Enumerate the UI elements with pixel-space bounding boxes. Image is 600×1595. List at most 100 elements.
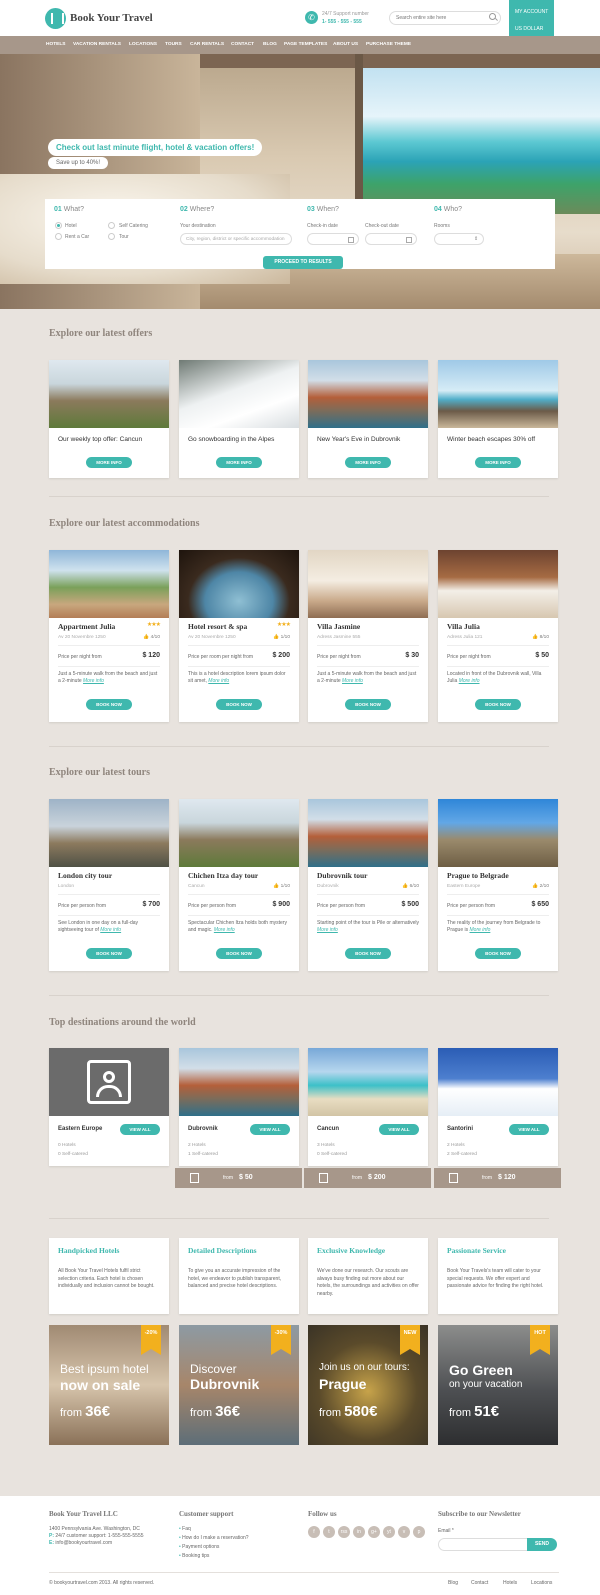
destination-card[interactable]: Eastern Europe VIEW ALL 0 Hotels 0 Self-… [49, 1048, 169, 1166]
accommodation-card[interactable]: Appartment Julia ★★★ Av 20 Novembre 1250… [49, 550, 169, 722]
deal-banner[interactable]: HOT Go Green on your vacation from 51€ [438, 1325, 558, 1445]
offer-card[interactable]: Our weekly top offer: Cancun MORE INFO [49, 360, 169, 478]
destination-card[interactable]: Santorini VIEW ALL 2 Hotels 2 Self-cater… [438, 1048, 558, 1166]
tour-image[interactable] [438, 799, 558, 867]
destination-card[interactable]: Dubrovnik VIEW ALL 2 Hotels 1 Self-cater… [179, 1048, 299, 1166]
google-plus-icon[interactable]: g+ [368, 1526, 380, 1538]
more-info-link[interactable]: More info [459, 678, 480, 684]
more-info-link[interactable]: More info [214, 927, 235, 933]
destination-name[interactable]: Eastern Europe [58, 1126, 102, 1132]
logo-text[interactable]: Book Your Travel [70, 12, 153, 24]
offer-image[interactable] [179, 360, 299, 428]
spinner-icon[interactable]: ⇕ [474, 237, 478, 242]
rooms-select[interactable]: ⇕ [434, 233, 484, 245]
footer-bottom-hotels[interactable]: Hotels [503, 1580, 517, 1586]
book-now-button[interactable]: BOOK NOW [86, 699, 132, 710]
book-now-button[interactable]: BOOK NOW [475, 948, 521, 959]
tour-image[interactable] [308, 799, 428, 867]
youtube-icon[interactable]: yt [383, 1526, 395, 1538]
nav-purchase-theme[interactable]: PURCHASE THEME [366, 42, 411, 47]
more-info-link[interactable]: More info [100, 927, 121, 933]
nav-vacation-rentals[interactable]: VACATION RENTALS [73, 42, 121, 47]
offer-card[interactable]: Go snowboarding in the Alpes MORE INFO [179, 360, 299, 478]
tour-image[interactable] [179, 799, 299, 867]
radio-self-catering[interactable] [108, 222, 115, 229]
view-all-button[interactable]: VIEW ALL [379, 1124, 419, 1135]
tour-name[interactable]: London city tour [58, 871, 112, 880]
tour-card[interactable]: Prague to Belgrade Eastern Europe 👍 2/10… [438, 799, 558, 971]
footer-link-booking-tips[interactable]: • Booking tips [179, 1553, 209, 1559]
tour-card[interactable]: Dubrovnik tour Dubrovnik 👍 6/10 Price pe… [308, 799, 428, 971]
footer-bottom-contact[interactable]: Contact [471, 1580, 488, 1586]
deal-banner[interactable]: -20% Best ipsum hotel now on sale from 3… [49, 1325, 169, 1445]
more-info-button[interactable]: MORE INFO [345, 457, 391, 468]
nav-about-us[interactable]: ABOUT US [333, 42, 358, 47]
accommodation-card[interactable]: Villa Jasmine Adress Jasmine 555 Price p… [308, 550, 428, 722]
offer-image[interactable] [308, 360, 428, 428]
footer-link-payment[interactable]: • Payment options [179, 1544, 219, 1550]
tour-name[interactable]: Prague to Belgrade [447, 871, 509, 880]
nav-car-rentals[interactable]: CAR RENTALS [190, 42, 224, 47]
tour-name[interactable]: Chichen Itza day tour [188, 871, 258, 880]
more-info-link[interactable]: More info [83, 678, 104, 684]
search-input[interactable] [389, 11, 501, 25]
offer-title[interactable]: Winter beach escapes 30% off [447, 436, 535, 443]
pinterest-icon[interactable]: p [413, 1526, 425, 1538]
destination-image[interactable] [438, 1048, 558, 1116]
send-button[interactable]: SEND [527, 1538, 557, 1551]
radio-tour[interactable] [108, 233, 115, 240]
deal-banner[interactable]: -30% Discover Dubrovnik from 36€ [179, 1325, 299, 1445]
offer-card[interactable]: New Year's Eve in Dubrovnik MORE INFO [308, 360, 428, 478]
checkout-input[interactable] [365, 233, 417, 245]
radio-hotel[interactable] [55, 222, 62, 229]
more-info-link[interactable]: More info [317, 927, 338, 933]
footer-bottom-locations[interactable]: Locations [531, 1580, 552, 1586]
destination-image[interactable] [308, 1048, 428, 1116]
more-info-button[interactable]: MORE INFO [475, 457, 521, 468]
nav-locations[interactable]: LOCATIONS [129, 42, 157, 47]
nav-blog[interactable]: BLOG [263, 42, 277, 47]
offer-title[interactable]: Go snowboarding in the Alpes [188, 436, 274, 443]
offer-card[interactable]: Winter beach escapes 30% off MORE INFO [438, 360, 558, 478]
accommodation-image[interactable] [308, 550, 428, 618]
nav-page-templates[interactable]: PAGE TEMPLATES [284, 42, 327, 47]
book-now-button[interactable]: BOOK NOW [86, 948, 132, 959]
book-now-button[interactable]: BOOK NOW [475, 699, 521, 710]
tour-card[interactable]: Chichen Itza day tour Cancun 👍 1/10 Pric… [179, 799, 299, 971]
destination-name[interactable]: Dubrovnik [188, 1126, 218, 1132]
book-now-button[interactable]: BOOK NOW [345, 948, 391, 959]
accommodation-name[interactable]: Villa Jasmine [317, 622, 360, 631]
more-info-button[interactable]: MORE INFO [86, 457, 132, 468]
destination-name[interactable]: Santorini [447, 1126, 473, 1132]
logo-icon[interactable] [45, 8, 66, 29]
more-info-button[interactable]: MORE INFO [216, 457, 262, 468]
accommodation-name[interactable]: Hotel resort & spa [188, 622, 247, 631]
footer-bottom-blog[interactable]: Blog [448, 1580, 458, 1586]
currency-selector[interactable]: US DOLLAR [515, 26, 543, 32]
nav-contact[interactable]: CONTACT [231, 42, 254, 47]
nav-hotels[interactable]: HOTELS [46, 42, 65, 47]
destination-name[interactable]: Cancun [317, 1126, 339, 1132]
book-now-button[interactable]: BOOK NOW [216, 948, 262, 959]
twitter-icon[interactable]: t [323, 1526, 335, 1538]
accommodation-image[interactable] [438, 550, 558, 618]
destination-card[interactable]: Cancun VIEW ALL 3 Hotels 0 Self-catered [308, 1048, 428, 1166]
book-now-button[interactable]: BOOK NOW [216, 699, 262, 710]
accommodation-card[interactable]: Villa Julia Adress Julia 121 👍 8/10 Pric… [438, 550, 558, 722]
more-info-link[interactable]: More info [342, 678, 363, 684]
accommodation-name[interactable]: Appartment Julia [58, 622, 115, 631]
rss-icon[interactable]: rss [338, 1526, 350, 1538]
search-icon[interactable] [489, 13, 496, 20]
footer-email[interactable]: E: info@bookyourtravel.com [49, 1540, 112, 1546]
view-all-button[interactable]: VIEW ALL [250, 1124, 290, 1135]
nav-tours[interactable]: TOURS [165, 42, 182, 47]
footer-link-reservation[interactable]: • How do I make a reservation? [179, 1535, 249, 1541]
checkin-input[interactable] [307, 233, 359, 245]
accommodation-card[interactable]: Hotel resort & spa ★★★ Av 20 Novembre 12… [179, 550, 299, 722]
offer-title[interactable]: Our weekly top offer: Cancun [58, 436, 142, 443]
newsletter-email-input[interactable] [438, 1538, 528, 1551]
proceed-to-results-button[interactable]: PROCEED TO RESULTS [263, 256, 343, 269]
vimeo-icon[interactable]: v [398, 1526, 410, 1538]
offer-title[interactable]: New Year's Eve in Dubrovnik [317, 436, 400, 443]
tour-name[interactable]: Dubrovnik tour [317, 871, 368, 880]
